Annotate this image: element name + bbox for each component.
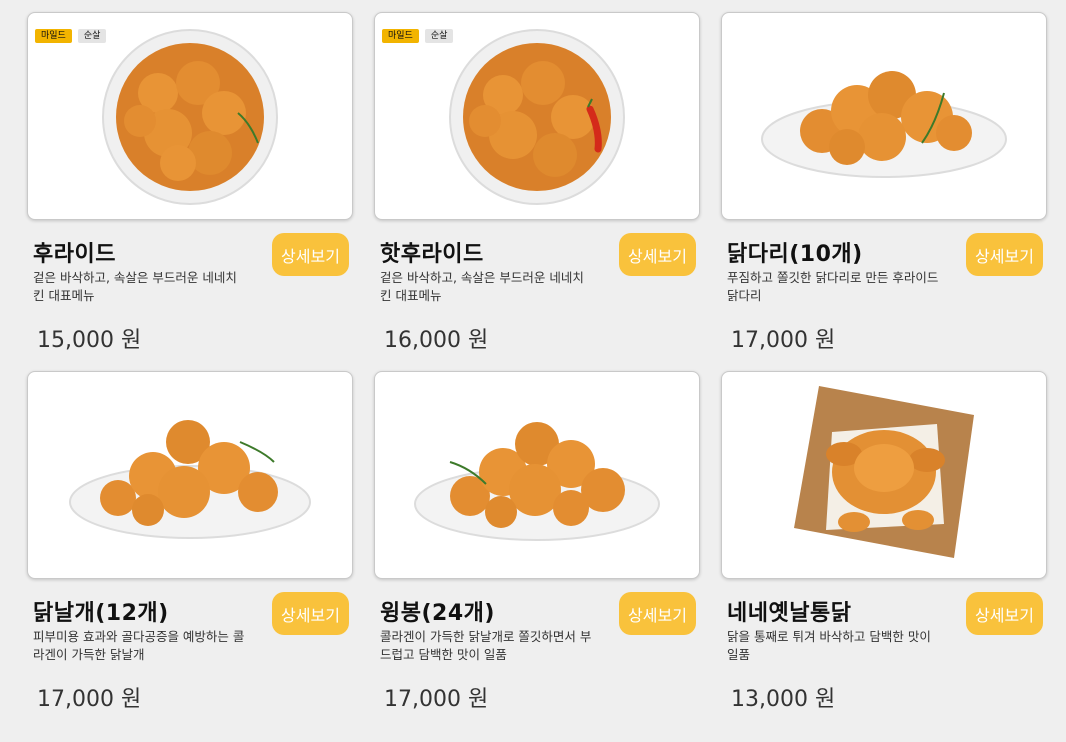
menu-card[interactable]: 네네옛날통닭 닭을 통째로 튀겨 바삭하고 담백한 맛이 일품 13,000 원… [721, 371, 1047, 721]
menu-grid: 마일드 순살 후라이드 겉은 바삭하고, 속살은 부드러운 네네치킨 대표메뉴 … [0, 0, 1066, 742]
hot-fried-chicken-image [449, 29, 625, 205]
badge-group: 마일드 순살 [35, 29, 107, 43]
menu-image[interactable]: 마일드 순살 [27, 12, 353, 220]
menu-card[interactable]: 마일드 순살 핫후라이드 겉은 바삭하고, 속살은 부드러운 네네치킨 대표메뉴… [374, 12, 700, 362]
menu-description: 콜라겐이 가득한 닭날개로 쫄깃하면서 부드럽고 담백한 맛이 일품 [380, 629, 592, 662]
menu-name: 닭다리(10개) [727, 242, 863, 267]
menu-image[interactable] [721, 371, 1047, 579]
menu-price: 15,000 원 [37, 328, 142, 353]
menu-card[interactable]: 윙봉(24개) 콜라겐이 가득한 닭날개로 쫄깃하면서 부드럽고 담백한 맛이 … [374, 371, 700, 721]
menu-price: 13,000 원 [731, 687, 836, 712]
menu-price: 16,000 원 [384, 328, 489, 353]
menu-name: 핫후라이드 [380, 242, 484, 267]
menu-card[interactable]: 닭날개(12개) 피부미용 효과와 골다공증을 예방하는 콜라겐이 가득한 닭날… [27, 371, 353, 721]
menu-description: 푸짐하고 쫄깃한 닭다리로 만든 후라이드 닭다리 [727, 270, 939, 303]
fried-chicken-image [102, 29, 278, 205]
menu-price: 17,000 원 [384, 687, 489, 712]
drumsticks-image [761, 71, 1007, 178]
detail-button[interactable]: 상세보기 [966, 592, 1043, 635]
menu-image[interactable] [374, 371, 700, 579]
detail-button[interactable]: 상세보기 [272, 592, 349, 635]
menu-name: 윙봉(24개) [380, 601, 495, 626]
wings-image [69, 420, 311, 539]
menu-name: 네네옛날통닭 [727, 601, 852, 626]
menu-description: 겉은 바삭하고, 속살은 부드러운 네네치킨 대표메뉴 [33, 270, 237, 303]
menu-description: 피부미용 효과와 골다공증을 예방하는 콜라겐이 가득한 닭날개 [33, 629, 245, 662]
menu-name: 후라이드 [33, 242, 116, 267]
menu-image[interactable] [27, 371, 353, 579]
detail-button[interactable]: 상세보기 [619, 592, 696, 635]
detail-button[interactable]: 상세보기 [966, 233, 1043, 276]
menu-image[interactable]: 마일드 순살 [374, 12, 700, 220]
menu-description: 닭을 통째로 튀겨 바삭하고 담백한 맛이 일품 [727, 629, 931, 662]
menu-card[interactable]: 닭다리(10개) 푸짐하고 쫄깃한 닭다리로 만든 후라이드 닭다리 17,00… [721, 12, 1047, 362]
boneless-badge: 순살 [77, 29, 107, 43]
menu-description: 겉은 바삭하고, 속살은 부드러운 네네치킨 대표메뉴 [380, 270, 584, 303]
boneless-badge: 순살 [424, 29, 454, 43]
whole-chicken-image [794, 386, 974, 558]
mild-badge: 마일드 [35, 29, 72, 43]
detail-button[interactable]: 상세보기 [272, 233, 349, 276]
menu-card[interactable]: 마일드 순살 후라이드 겉은 바삭하고, 속살은 부드러운 네네치킨 대표메뉴 … [27, 12, 353, 362]
wingbong-image [414, 422, 660, 541]
badge-group: 마일드 순살 [382, 29, 454, 43]
menu-name: 닭날개(12개) [33, 601, 169, 626]
mild-badge: 마일드 [382, 29, 419, 43]
menu-price: 17,000 원 [731, 328, 836, 353]
menu-price: 17,000 원 [37, 687, 142, 712]
menu-image[interactable] [721, 12, 1047, 220]
detail-button[interactable]: 상세보기 [619, 233, 696, 276]
